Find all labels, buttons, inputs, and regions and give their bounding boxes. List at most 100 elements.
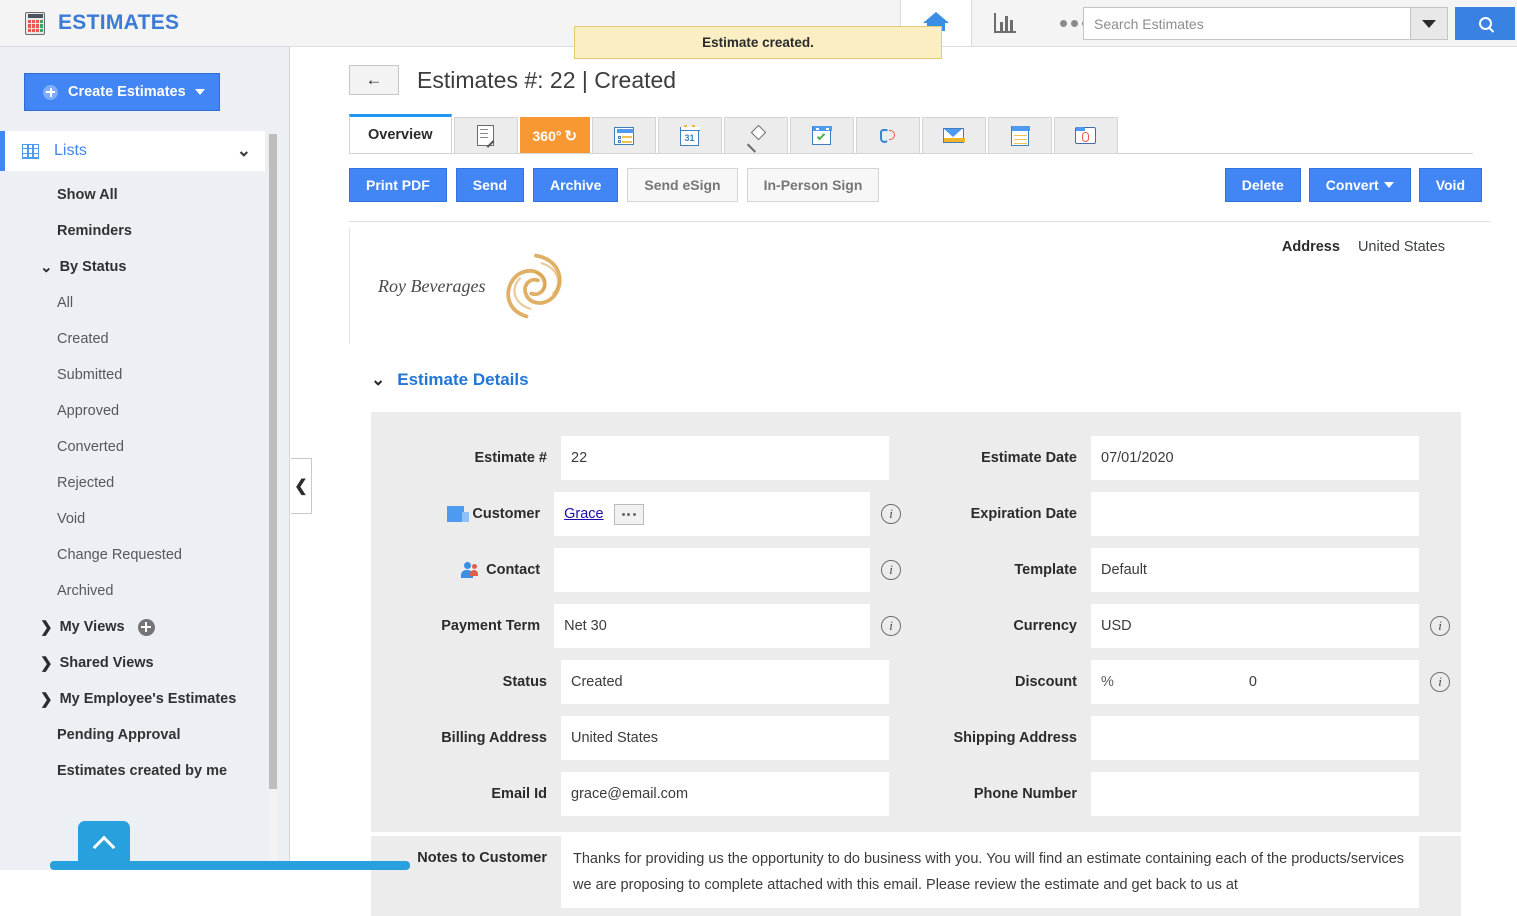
field-value-contact[interactable] [554, 548, 870, 592]
field-value-estimate-date[interactable]: 07/01/2020 [1091, 436, 1419, 480]
sidebar-item-created[interactable]: Created [0, 321, 289, 357]
field-value-customer[interactable]: Grace [554, 492, 870, 536]
search-submit-button[interactable] [1455, 7, 1515, 40]
button-label: Print PDF [366, 177, 430, 193]
form-row: Expiration Date [901, 486, 1461, 542]
info-icon[interactable]: i [881, 504, 901, 524]
sidebar-item-my-views[interactable]: ❯ My Views [0, 609, 289, 645]
sidebar-item-reminders[interactable]: Reminders [0, 213, 289, 249]
create-estimates-button[interactable]: Create Estimates [24, 73, 220, 111]
customer-options-button[interactable] [613, 503, 644, 525]
field-label-text: Customer [472, 506, 541, 522]
customer-link[interactable]: Grace [564, 506, 604, 522]
send-button[interactable]: Send [455, 168, 525, 202]
field-value-email-id[interactable]: grace@email.com [561, 772, 889, 816]
notes-to-customer-label: Notes to Customer [417, 850, 547, 866]
notes-to-customer-value[interactable]: Thanks for providing us the opportunity … [561, 836, 1419, 908]
estimate-details-title: Estimate Details [397, 370, 529, 389]
toolbar-divider [349, 221, 1490, 222]
sidebar-item-pending-approval[interactable]: Pending Approval [0, 717, 289, 753]
details-list-icon [613, 125, 635, 147]
sidebar-item-converted[interactable]: Converted [0, 429, 289, 465]
back-arrow-icon: ← [365, 70, 383, 89]
info-icon[interactable]: i [1430, 672, 1450, 692]
info-icon[interactable]: i [881, 616, 901, 636]
sidebar-item-shared-views[interactable]: ❯ Shared Views [0, 645, 289, 681]
chevron-right-icon[interactable]: ❯ [40, 654, 53, 672]
field-value-template[interactable]: Default [1091, 548, 1419, 592]
info-icon[interactable]: i [1430, 616, 1450, 636]
send-esign-button[interactable]: Send eSign [627, 168, 738, 202]
chevron-right-icon[interactable]: ❯ [40, 690, 53, 708]
convert-button[interactable]: Convert [1308, 168, 1411, 202]
chevron-down-icon[interactable]: ⌄ [40, 258, 53, 276]
field-value-phone-number[interactable] [1091, 772, 1419, 816]
sidebar-item-my-employee-s-estimates[interactable]: ❯ My Employee's Estimates [0, 681, 289, 717]
sidebar-item-archived[interactable]: Archived [0, 573, 289, 609]
field-value-text: Net 30 [564, 618, 607, 634]
analytics-button[interactable] [971, 0, 1038, 46]
tab-notes[interactable] [988, 117, 1053, 153]
sidebar-item-all[interactable]: All [0, 285, 289, 321]
tab-email-envelope[interactable] [922, 117, 987, 153]
field-label-text: Discount [1014, 674, 1077, 690]
document-edit-icon [475, 124, 497, 147]
sidebar-item-rejected[interactable]: Rejected [0, 465, 289, 501]
field-value-estimate[interactable]: 22 [561, 436, 889, 480]
address-label: Address [1281, 239, 1340, 255]
sidebar-item-by-status[interactable]: ⌄ By Status [0, 249, 289, 285]
field-value-billing-address[interactable]: United States [561, 716, 889, 760]
print-pdf-button[interactable]: Print PDF [349, 168, 447, 202]
estimate-details-section-header[interactable]: ⌄ Estimate Details [371, 370, 1479, 390]
estimate-details-form: Estimate #22 Customer Grace i Contact i Paymen… [371, 412, 1461, 832]
field-value-shipping-address[interactable] [1091, 716, 1419, 760]
delete-button[interactable]: Delete [1224, 168, 1301, 202]
field-value-payment-term[interactable]: Net 30 [554, 604, 870, 648]
chevron-up-icon [92, 835, 116, 858]
info-icon[interactable]: i [881, 560, 901, 580]
tab-phone-call[interactable] [856, 117, 921, 153]
sidebar-item-label: Change Requested [57, 547, 182, 563]
tab-document-edit[interactable] [453, 117, 518, 153]
sidebar-item-estimates-created-by-me[interactable]: Estimates created by me [0, 753, 289, 789]
tab-task-checkmark[interactable] [790, 117, 855, 153]
chevron-down-icon[interactable]: ⌄ [237, 141, 251, 161]
sidebar-item-void[interactable]: Void [0, 501, 289, 537]
sidebar-item-change-requested[interactable]: Change Requested [0, 537, 289, 573]
calculator-icon [24, 11, 46, 35]
archive-button[interactable]: Archive [533, 168, 619, 202]
sidebar-item-label: Reminders [57, 223, 132, 239]
pushpin-icon [745, 124, 767, 153]
tab-overview[interactable]: Overview [349, 114, 452, 153]
sidebar-item-approved[interactable]: Approved [0, 393, 289, 429]
tab-label: 360° [532, 127, 562, 144]
field-label: Estimate # [371, 450, 561, 466]
tab-attachment-folder[interactable] [1054, 117, 1119, 153]
sidebar-lists-header[interactable]: Lists ⌄ [0, 131, 265, 171]
in-person-sign-button[interactable]: In-Person Sign [746, 168, 880, 202]
void-button[interactable]: Void [1418, 168, 1482, 202]
add-view-icon[interactable] [137, 618, 155, 636]
sidebar-collapse-handle[interactable]: ❮ [291, 458, 312, 514]
field-value-currency[interactable]: USD [1091, 604, 1419, 648]
tab-calendar-31[interactable]: 31 [658, 117, 723, 153]
back-button[interactable]: ← [349, 65, 399, 95]
button-label: Convert [1325, 177, 1379, 193]
chevron-right-icon[interactable]: ❯ [40, 618, 53, 636]
chevron-down-icon: ⌄ [371, 370, 386, 389]
sidebar-item-submitted[interactable]: Submitted [0, 357, 289, 393]
sidebar-item-show-all[interactable]: Show All [0, 177, 289, 213]
tab-pushpin[interactable] [724, 117, 789, 153]
tab-360[interactable]: 360° ↻ [519, 117, 591, 153]
sidebar-scrollbar[interactable] [269, 134, 277, 870]
field-value-expiration-date[interactable] [1091, 492, 1419, 536]
search-input[interactable] [1083, 7, 1410, 40]
field-label-text: Status [502, 674, 547, 690]
scroll-to-top-button[interactable] [78, 821, 130, 867]
tab-details-list[interactable] [592, 117, 657, 153]
search-scope-dropdown[interactable] [1410, 7, 1448, 40]
field-value-status[interactable]: Created [561, 660, 889, 704]
sidebar-item-label: Approved [57, 403, 120, 419]
field-value-discount[interactable]: % 0 [1091, 660, 1419, 704]
field-label: Phone Number [901, 786, 1091, 802]
